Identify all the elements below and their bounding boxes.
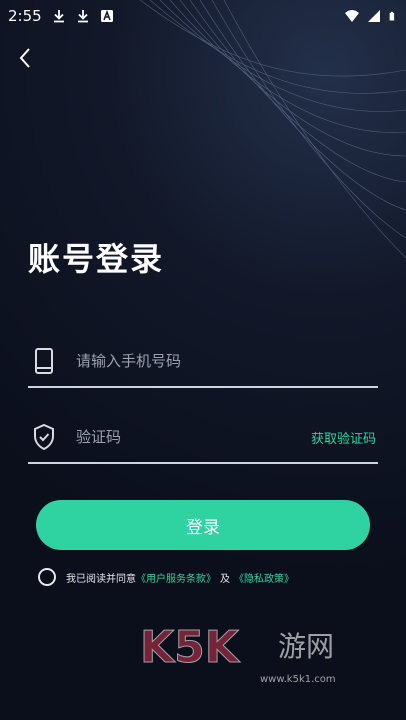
agreement-checkbox[interactable] — [38, 568, 56, 586]
battery-icon — [389, 11, 395, 21]
get-code-button[interactable]: 获取验证码 — [311, 428, 376, 447]
phone-icon — [35, 348, 53, 374]
privacy-policy-link[interactable]: 《隐私政策》 — [234, 570, 294, 585]
watermark-logo: K5K 游网 www.k5k1.com — [140, 622, 336, 686]
chevron-left-icon — [19, 48, 30, 68]
app-badge-icon — [100, 9, 113, 22]
watermark-title: 游网 — [278, 630, 334, 663]
status-left: 2:55 — [8, 7, 114, 25]
agreement-row: 我已阅读并同意 《用户服务条款》 及 《隐私政策》 — [38, 568, 294, 586]
back-button[interactable] — [12, 44, 40, 72]
agreement-prefix: 我已阅读并同意 — [66, 573, 136, 585]
wifi-icon — [345, 10, 359, 22]
shield-check-icon — [34, 423, 54, 451]
phone-field — [28, 336, 378, 388]
watermark-logo-text: K5K — [140, 622, 241, 673]
verification-code-field: 获取验证码 — [28, 412, 378, 464]
signal-icon — [368, 10, 380, 22]
status-right — [345, 9, 398, 23]
download-icon — [77, 10, 88, 23]
status-bar: 2:55 — [0, 0, 406, 32]
agreement-and: 及 — [220, 573, 230, 585]
watermark-url: www.k5k1.com — [260, 674, 336, 685]
page-title: 账号登录 — [28, 240, 165, 278]
phone-input[interactable] — [74, 351, 378, 371]
user-terms-link[interactable]: 《用户服务条款》 — [136, 570, 216, 585]
status-time: 2:55 — [8, 7, 42, 25]
verification-code-input[interactable] — [74, 427, 311, 447]
background-waves — [139, 0, 406, 259]
login-button[interactable]: 登录 — [36, 500, 370, 550]
download-icon — [53, 10, 64, 23]
